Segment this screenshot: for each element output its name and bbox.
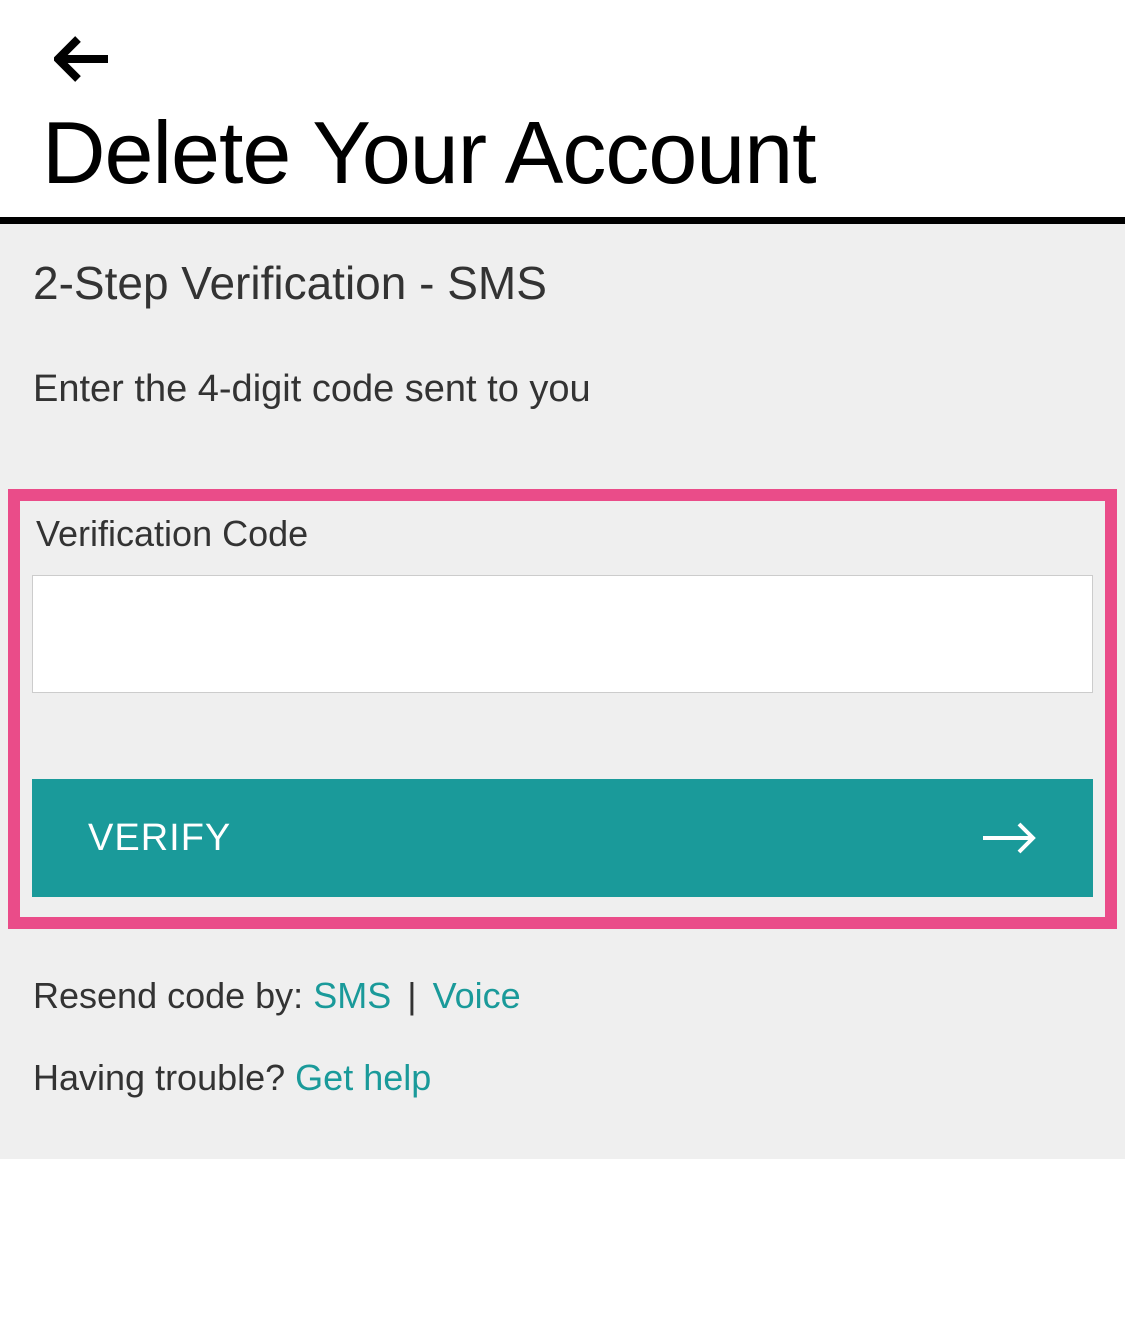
resend-divider: |: [391, 975, 432, 1016]
verification-form-highlight: Verification Code VERIFY: [8, 489, 1117, 929]
header: Delete Your Account: [0, 0, 1125, 224]
instruction-text: Enter the 4-digit code sent to you: [0, 368, 1125, 411]
verify-button-label: VERIFY: [88, 817, 231, 860]
arrow-left-icon: [54, 35, 110, 83]
trouble-prefix: Having trouble?: [33, 1057, 295, 1098]
verification-code-input[interactable]: [32, 575, 1093, 693]
resend-prefix: Resend code by:: [33, 975, 313, 1016]
verification-code-label: Verification Code: [32, 513, 1093, 555]
trouble-line: Having trouble? Get help: [0, 1057, 1125, 1099]
verify-button[interactable]: VERIFY: [32, 779, 1093, 897]
verification-subtitle: 2-Step Verification - SMS: [0, 256, 1125, 310]
page-title: Delete Your Account: [42, 109, 1083, 197]
get-help-link[interactable]: Get help: [295, 1057, 431, 1098]
resend-voice-link[interactable]: Voice: [433, 975, 521, 1016]
back-button[interactable]: [42, 30, 122, 101]
resend-line: Resend code by: SMS | Voice: [0, 975, 1125, 1017]
arrow-right-icon: [983, 822, 1037, 854]
resend-sms-link[interactable]: SMS: [313, 975, 391, 1016]
content-area: 2-Step Verification - SMS Enter the 4-di…: [0, 224, 1125, 1159]
